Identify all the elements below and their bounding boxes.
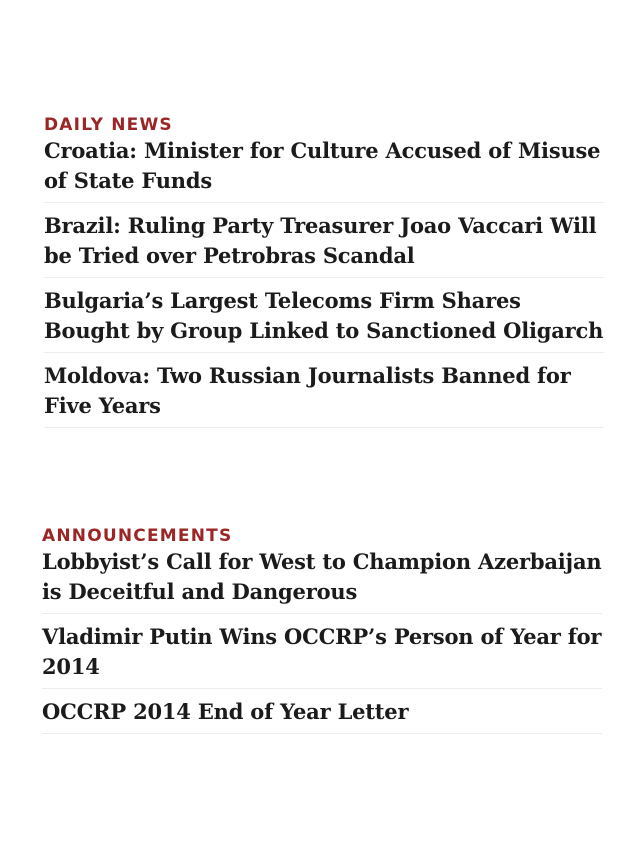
headline-link[interactable]: Moldova: Two Russian Journalists Banned … [44,361,604,421]
list-item: Lobbyist’s Call for West to Champion Aze… [42,547,602,614]
announcements-section: ANNOUNCEMENTS Lobbyist’s Call for West t… [0,525,640,742]
list-item: Croatia: Minister for Culture Accused of… [44,136,604,203]
headline-link[interactable]: Vladimir Putin Wins OCCRP’s Person of Ye… [42,622,602,682]
headline-link[interactable]: Croatia: Minister for Culture Accused of… [44,136,604,196]
list-item: Moldova: Two Russian Journalists Banned … [44,361,604,428]
list-item: Bulgaria’s Largest Telecoms Firm Shares … [44,286,604,353]
daily-news-heading: DAILY NEWS [44,115,173,135]
headline-link[interactable]: OCCRP 2014 End of Year Letter [42,697,602,727]
list-item: Brazil: Ruling Party Treasurer Joao Vacc… [44,211,604,278]
headline-link[interactable]: Brazil: Ruling Party Treasurer Joao Vacc… [44,211,604,271]
announcements-heading: ANNOUNCEMENTS [42,526,233,546]
list-item: Vladimir Putin Wins OCCRP’s Person of Ye… [42,622,602,689]
headline-link[interactable]: Lobbyist’s Call for West to Champion Aze… [42,547,602,607]
list-item: OCCRP 2014 End of Year Letter [42,697,602,734]
daily-news-section: DAILY NEWS Croatia: Minister for Culture… [0,114,640,436]
headline-link[interactable]: Bulgaria’s Largest Telecoms Firm Shares … [44,286,604,346]
